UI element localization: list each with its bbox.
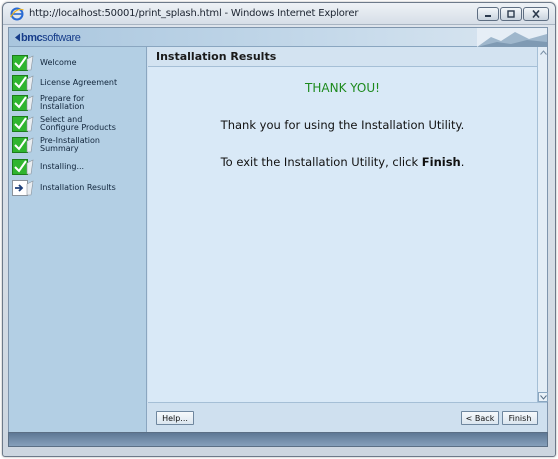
help-button[interactable]: Help... (156, 411, 194, 425)
sidebar-step-label: Welcome (40, 58, 77, 67)
sidebar-step-label: Pre-Installation Summary (40, 136, 100, 153)
header-band: bmc software (9, 28, 547, 47)
logo-text: software (42, 31, 81, 44)
exit-instructions-prefix: To exit the Installation Utility, click (220, 155, 422, 169)
main-panel: Installation Results THANK YOU! Thank yo… (148, 47, 537, 402)
sidebar-step-installing: Installing... (12, 159, 140, 175)
minimize-button[interactable] (477, 7, 499, 21)
title-bar: http://localhost:50001/print_splash.html… (3, 3, 555, 25)
browser-window: http://localhost:50001/print_splash.html… (2, 2, 556, 457)
page-title: Installation Results (148, 47, 537, 67)
scroll-down-arrow[interactable] (538, 392, 548, 402)
checkmark-icon (12, 75, 34, 91)
button-bar: Help... < Back Finish (148, 402, 547, 436)
back-button[interactable]: < Back (461, 411, 499, 425)
sidebar-step-welcome: Welcome (12, 55, 140, 71)
logo-arrow-icon (15, 33, 20, 42)
window-controls (477, 7, 549, 21)
status-bar (8, 432, 548, 447)
sidebar-step-pre-installation: Pre-Installation Summary (12, 137, 140, 153)
finish-button[interactable]: Finish (502, 411, 538, 425)
maximize-button[interactable] (500, 7, 522, 21)
exit-instructions: To exit the Installation Utility, click … (148, 155, 537, 169)
vertical-scrollbar[interactable] (537, 47, 548, 402)
sidebar-step-label: Installation Results (40, 183, 116, 192)
internet-explorer-icon (9, 7, 24, 21)
checkmark-icon (12, 159, 34, 175)
thank-you-message: Thank you for using the Installation Uti… (220, 118, 465, 132)
exit-instructions-finish: Finish (421, 155, 461, 169)
sidebar-step-label: Prepare for Installation (40, 94, 85, 111)
chevron-up-icon (539, 49, 547, 55)
sidebar-step-select-configure: Select and Configure Products (12, 116, 140, 132)
sidebar-step-label: License Agreement (40, 78, 118, 87)
bmc-logo: bmc software (14, 30, 81, 45)
step-sidebar: Welcome License Agreement Prepare for In… (9, 47, 147, 436)
logo-mark: bmc (21, 31, 43, 44)
minimize-icon (485, 15, 491, 17)
thank-you-heading: THANK YOU! (305, 81, 380, 95)
exit-instructions-suffix: . (460, 155, 465, 169)
checkmark-icon (12, 55, 34, 71)
installer-content: bmc software Welcome License Agreement P… (8, 27, 548, 447)
sidebar-step-label: Select and Configure Products (40, 115, 116, 132)
maximize-icon (507, 10, 515, 18)
checkmark-icon (12, 95, 34, 111)
checkmark-icon (12, 116, 34, 132)
mountain-banner-image (477, 28, 547, 47)
window-title: http://localhost:50001/print_splash.html… (29, 8, 359, 19)
close-button[interactable] (523, 7, 549, 21)
checkmark-icon (12, 137, 34, 153)
sidebar-step-installation-results: Installation Results (12, 180, 140, 196)
close-icon (532, 10, 540, 18)
sidebar-step-label: Installing... (40, 162, 85, 171)
sidebar-step-prepare: Prepare for Installation (12, 95, 140, 111)
current-step-arrow-icon (12, 180, 34, 196)
scroll-up-arrow[interactable] (538, 47, 548, 57)
sidebar-step-license: License Agreement (12, 75, 140, 91)
chevron-down-icon (539, 394, 547, 400)
